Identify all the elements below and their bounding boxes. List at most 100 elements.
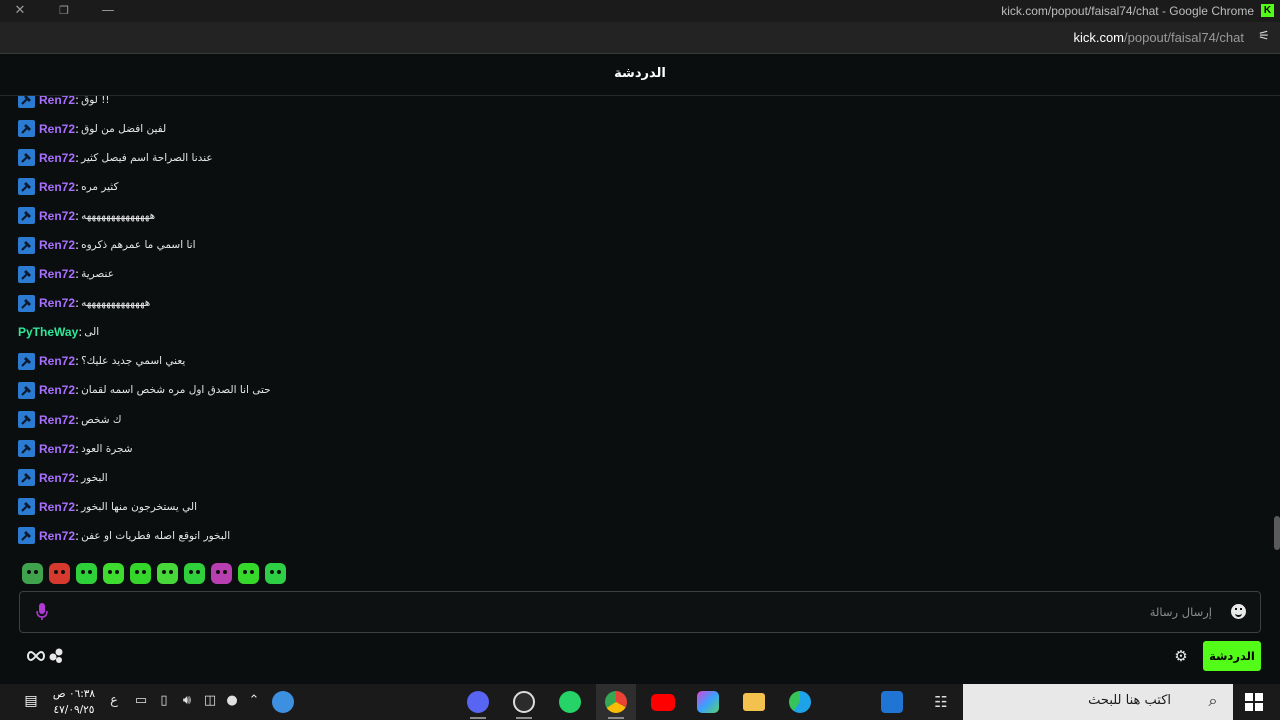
emote-icon[interactable] [103,563,124,584]
chat-message: Ren72: البخور [18,463,271,492]
chat-username[interactable]: Ren72 [39,122,75,136]
search-placeholder: اكتب هنا للبحث [1088,693,1171,708]
emote-icon[interactable] [211,563,232,584]
hammer-badge-icon[interactable] [18,178,35,196]
hammer-badge-icon[interactable] [18,469,35,487]
chat-username[interactable]: Ren72 [39,267,75,281]
volume-icon[interactable]: 🔊︎ [179,693,195,708]
edge-app-icon[interactable] [789,691,811,713]
chat-username[interactable]: Ren72 [39,151,75,165]
hammer-badge-icon[interactable] [18,236,35,254]
site-settings-icon[interactable]: ⚟ [1256,29,1272,45]
chat-message: Ren72: لوق !! [18,96,271,114]
chat-message-input[interactable]: إرسال رسالة [19,591,1261,633]
chat-username[interactable]: Ren72 [39,529,75,543]
chat-username[interactable]: Ren72 [39,383,75,397]
chat-username[interactable]: PyTheWay [18,325,78,339]
file-explorer-icon[interactable] [743,693,765,711]
chrome-app-icon[interactable] [605,691,627,713]
chat-username[interactable]: Ren72 [39,500,75,514]
hammer-badge-icon[interactable] [18,381,35,399]
hammer-badge-icon[interactable] [18,96,35,109]
microphone-tray-icon[interactable]: ● [224,693,240,708]
chat-message: Ren72: البخور اتوقع اصله فطريات او عفن [18,521,271,550]
hammer-badge-icon[interactable] [18,527,35,545]
emote-icon[interactable] [76,563,97,584]
battery-icon[interactable]: ▯ [156,693,172,708]
infinity-icon[interactable] [26,649,46,663]
chat-message-text: ك شخص [81,413,122,426]
send-chat-button[interactable]: الدردشة [1203,641,1261,671]
taskbar-clock[interactable]: ٠٦:٣٨ ص ٤٧/٠٩/٢٥ [50,686,98,718]
minimize-window-icon[interactable]: — [88,0,128,22]
help-app-icon[interactable] [272,691,294,713]
microsoft365-app-icon[interactable] [697,691,719,713]
hammer-badge-icon[interactable] [18,498,35,516]
emoji-picker-icon[interactable] [1231,604,1246,619]
chat-messages[interactable]: Ren72: لوق !! Ren72: لفين افضل من لوق Ren72:… [0,96,1270,552]
hammer-badge-icon[interactable] [18,352,35,370]
chat-username[interactable]: Ren72 [39,238,75,252]
username-separator: : [75,179,80,194]
task-view-icon[interactable]: ☷ [933,693,949,711]
chat-username[interactable]: Ren72 [39,209,75,223]
windows-taskbar: ▤ ٠٦:٣٨ ص ٤٧/٠٩/٢٥ ع ▭ ▯ 🔊︎ ◫ ● ⌃ ☷ اكتب… [0,684,1280,720]
address-bar[interactable]: kick.com/popout/faisal74/chat ⚟ [0,22,1280,54]
language-indicator[interactable]: ع [106,693,122,708]
search-icon: ⌕ [1208,691,1218,710]
display-icon[interactable]: ▭ [133,693,149,708]
chat-username[interactable]: Ren72 [39,471,75,485]
show-hidden-icons-icon[interactable]: ⌃ [246,693,262,708]
taskbar-search-box[interactable]: اكتب هنا للبحث ⌕ [963,684,1233,720]
url-text[interactable]: kick.com/popout/faisal74/chat [1073,30,1244,45]
hammer-badge-icon[interactable] [18,207,35,225]
emote-icon[interactable] [49,563,70,584]
chat-username[interactable]: Ren72 [39,180,75,194]
chat-message-text: عنصرية [81,268,114,281]
restore-window-icon[interactable]: ❐ [44,0,84,22]
emote-icon[interactable] [130,563,151,584]
chat-message: Ren72: انا اسمي ما عمرهم ذكروه [18,230,271,259]
chat-username[interactable]: Ren72 [39,354,75,368]
hammer-badge-icon[interactable] [18,294,35,312]
close-window-icon[interactable]: ✕ [0,0,40,22]
hammer-badge-icon[interactable] [18,440,35,458]
obs-app-icon[interactable] [513,691,535,713]
footer-left-icons [26,648,64,664]
network-icon[interactable]: ◫ [202,693,218,708]
discord-app-icon[interactable] [467,691,489,713]
chat-message-text: كثير مره [81,180,119,193]
username-separator: : [75,383,80,398]
chat-settings-icon[interactable]: ⚙ [1172,647,1190,665]
kick-logo-icon: K [1261,4,1274,17]
chat-message: Ren72: هههههههههههههه [18,289,271,318]
notification-center-icon[interactable]: ▤ [22,693,40,709]
chat-username[interactable]: Ren72 [39,442,75,456]
hammer-badge-icon[interactable] [18,149,35,167]
chat-username[interactable]: Ren72 [39,296,75,310]
emote-icon[interactable] [22,563,43,584]
hammer-badge-icon[interactable] [18,120,35,138]
windows-start-icon[interactable] [1245,693,1263,711]
whatsapp-app-icon[interactable] [559,691,581,713]
emote-icon[interactable] [238,563,259,584]
hammer-badge-icon[interactable] [18,411,35,429]
hammer-badge-icon[interactable] [18,265,35,283]
outlook-app-icon[interactable] [881,691,903,713]
emote-icon[interactable] [184,563,205,584]
microphone-icon[interactable] [36,603,48,621]
channel-points-icon[interactable] [48,648,64,664]
chat-username[interactable]: Ren72 [39,96,75,107]
youtube-app-icon[interactable] [651,694,675,711]
username-separator: : [75,528,80,543]
emote-icon[interactable] [265,563,286,584]
emote-icon[interactable] [157,563,178,584]
chat-message-text: عندنا الصراحة اسم فيصل كثير [81,151,213,164]
chat-username[interactable]: Ren72 [39,413,75,427]
scrollbar-thumb[interactable] [1274,516,1280,550]
window-title-bar: ✕ ❐ — kick.com/popout/faisal74/chat - Go… [0,0,1280,22]
username-separator: : [78,325,83,340]
username-separator: : [75,208,80,223]
emote-bar [22,563,286,584]
window-title: kick.com/popout/faisal74/chat - Google C… [1001,4,1254,18]
